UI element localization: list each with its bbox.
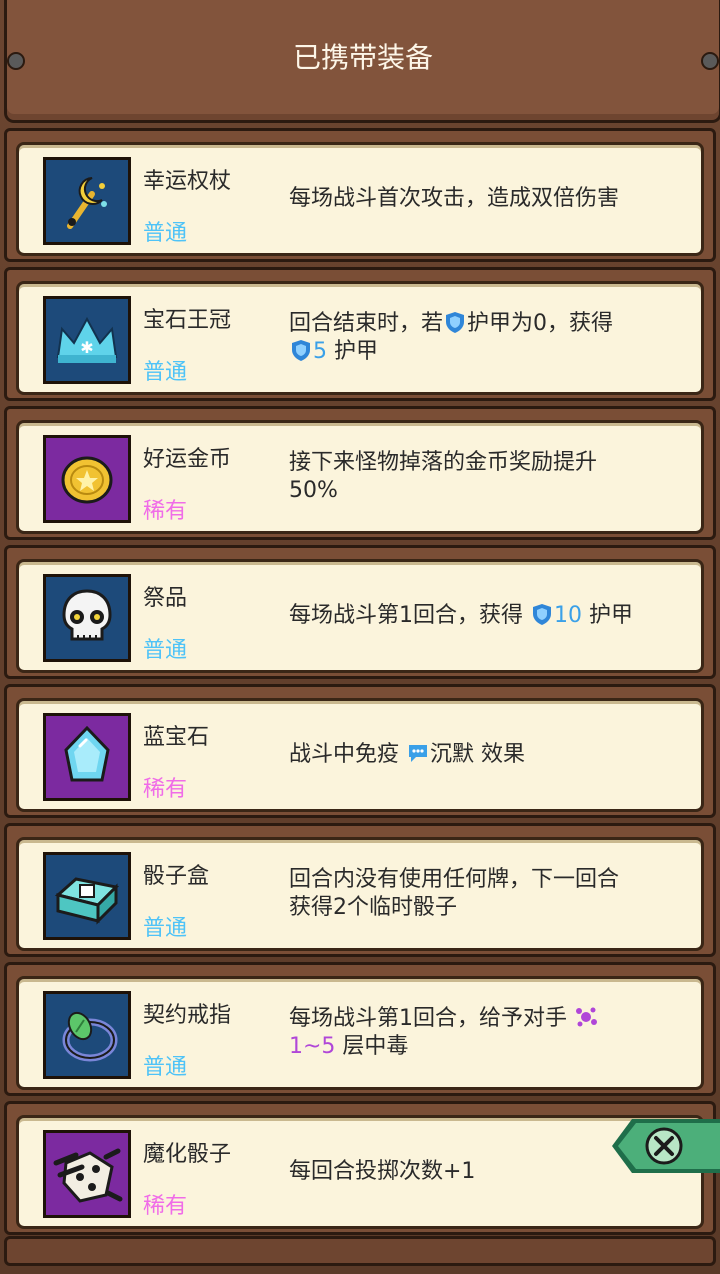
item-description: 回合结束时，若 护甲为0，获得 5 护甲 bbox=[289, 311, 614, 364]
equipment-list[interactable]: 幸运权杖 普通 每场战斗首次攻击，造成双倍伤害 ✱ 宝石王冠 普通 回合结束时，… bbox=[0, 124, 720, 1244]
item-description: 每场战斗第1回合，给予对手 1~5 层中毒 bbox=[289, 979, 679, 1087]
ring-icon bbox=[43, 991, 131, 1079]
equipment-card[interactable]: 好运金币 稀有 接下来怪物掉落的金币奖励提升 50% bbox=[16, 420, 704, 534]
item-description: 每场战斗首次攻击，造成双倍伤害 bbox=[289, 186, 620, 211]
equipment-card[interactable]: 魔化骰子 稀有 每回合投掷次数+1 bbox=[16, 1115, 704, 1229]
panel-header: 已携带装备 bbox=[4, 0, 720, 123]
item-name: 幸运权杖 bbox=[143, 169, 232, 194]
svg-text:✱: ✱ bbox=[80, 338, 93, 357]
equipment-card[interactable]: 契约戒指 普通 每场战斗第1回合，给予对手 1~5 层中毒 bbox=[16, 976, 704, 1090]
rarity-label: 普通 bbox=[143, 916, 188, 941]
equipment-card[interactable]: 蓝宝石 稀有 战斗中免疫 沉默 效果 bbox=[16, 698, 704, 812]
shield-icon bbox=[292, 340, 310, 361]
dice-box-icon bbox=[43, 852, 131, 940]
coin-icon bbox=[43, 435, 131, 523]
item-name: 蓝宝石 bbox=[143, 725, 210, 750]
item-description: 接下来怪物掉落的金币奖励提升 50% bbox=[289, 450, 598, 503]
equipment-card[interactable]: 骰子盒 普通 回合内没有使用任何牌，下一回合 获得2个临时骰子 bbox=[16, 837, 704, 951]
panel-footer bbox=[4, 1236, 716, 1266]
close-button[interactable] bbox=[610, 1113, 720, 1179]
item-description: 每场战斗第1回合，获得 10 护甲 bbox=[289, 603, 633, 628]
equipment-card[interactable]: ✱ 宝石王冠 普通 回合结束时，若 护甲为0，获得 5 护甲 bbox=[16, 281, 704, 395]
rarity-label: 稀有 bbox=[143, 777, 188, 802]
skull-icon bbox=[43, 574, 131, 662]
equipment-card[interactable]: 祭品 普通 每场战斗第1回合，获得 10 护甲 bbox=[16, 559, 704, 673]
rarity-label: 稀有 bbox=[143, 499, 188, 524]
equipment-panel: 已携带装备 幸运权杖 普通 每场战斗首次攻击，造成双倍伤害 ✱ 宝石王冠 普通 … bbox=[0, 0, 720, 1274]
item-name: 祭品 bbox=[143, 586, 188, 611]
item-name: 契约戒指 bbox=[143, 1003, 232, 1028]
item-description: 回合内没有使用任何牌，下一回合 获得2个临时骰子 bbox=[289, 867, 620, 920]
scepter-icon bbox=[43, 157, 131, 245]
item-name: 魔化骰子 bbox=[143, 1142, 232, 1167]
demon-dice-icon bbox=[43, 1130, 131, 1218]
rarity-label: 普通 bbox=[143, 638, 188, 663]
equipment-card[interactable]: 幸运权杖 普通 每场战斗首次攻击，造成双倍伤害 bbox=[16, 142, 704, 256]
rarity-label: 普通 bbox=[143, 221, 188, 246]
speech-bubble-icon bbox=[409, 745, 427, 762]
close-icon bbox=[612, 1119, 720, 1173]
crown-icon: ✱ bbox=[43, 296, 131, 384]
rarity-label: 普通 bbox=[143, 1055, 188, 1080]
rarity-label: 普通 bbox=[143, 360, 188, 385]
item-name: 好运金币 bbox=[143, 447, 232, 472]
page-title: 已携带装备 bbox=[292, 41, 433, 74]
sapphire-icon bbox=[43, 713, 131, 801]
shield-icon bbox=[446, 312, 465, 333]
item-description: 战斗中免疫 沉默 效果 bbox=[289, 742, 526, 767]
rarity-label: 稀有 bbox=[143, 1194, 188, 1219]
item-name: 宝石王冠 bbox=[143, 308, 232, 333]
shield-icon bbox=[533, 604, 551, 625]
poison-icon bbox=[576, 1007, 597, 1027]
item-name: 骰子盒 bbox=[143, 864, 210, 889]
